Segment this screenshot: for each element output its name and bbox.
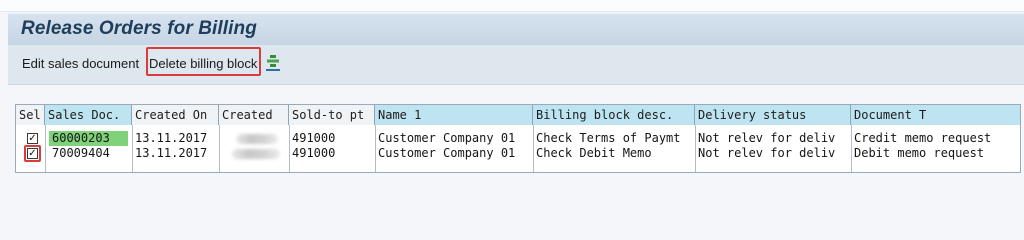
- cell-created-on: 13.11.2017: [135, 131, 208, 145]
- redacted-created-by: [236, 134, 278, 144]
- cell-billing-block: Check Terms of Paymt: [536, 131, 681, 145]
- col-header-name[interactable]: Name 1: [375, 105, 533, 125]
- col-header-delivery-status[interactable]: Delivery status: [695, 105, 851, 125]
- table-row[interactable]: ✓ 70009404 13.11.2017 491000 Customer Co…: [16, 145, 1020, 162]
- results-grid: Sel Sales Doc. Created On Created Sold-t…: [15, 104, 1021, 173]
- row-select-checkbox[interactable]: ✓: [27, 133, 38, 144]
- delete-billing-block-button[interactable]: Delete billing block: [149, 56, 257, 71]
- grid-header: Sel Sales Doc. Created On Created Sold-t…: [16, 105, 1020, 125]
- col-header-created[interactable]: Created: [219, 105, 289, 125]
- col-header-sel[interactable]: Sel: [16, 105, 45, 125]
- col-header-document-type[interactable]: Document T: [851, 105, 1020, 125]
- cell-created-on: 13.11.2017: [135, 146, 208, 160]
- top-strip: [0, 0, 1024, 12]
- redacted-created-by: [232, 149, 280, 159]
- cell-delivery-status: Not relev for deliv: [698, 146, 836, 160]
- row-select-checkbox[interactable]: ✓: [27, 148, 38, 159]
- title-bar: Release Orders for Billing: [8, 13, 1024, 45]
- cell-name: Customer Company 01: [378, 131, 516, 145]
- cell-sales-doc[interactable]: 60000203: [49, 131, 128, 146]
- cell-sales-doc[interactable]: 70009404: [49, 146, 128, 161]
- col-header-sales-doc[interactable]: Sales Doc.: [45, 105, 132, 125]
- col-header-created-on[interactable]: Created On: [132, 105, 219, 125]
- cell-name: Customer Company 01: [378, 146, 516, 160]
- cell-document-type: Credit memo request: [854, 131, 992, 145]
- cell-sold-to: 491000: [292, 131, 336, 145]
- align-icon[interactable]: [265, 54, 281, 72]
- edit-sales-document-button[interactable]: Edit sales document: [22, 56, 139, 71]
- col-header-billing-block[interactable]: Billing block desc.: [533, 105, 695, 125]
- toolbar: Edit sales document Delete billing block: [8, 45, 1024, 85]
- table-row[interactable]: ✓ 60000203 13.11.2017 491000 Customer Co…: [16, 131, 1020, 146]
- page-title: Release Orders for Billing: [21, 18, 257, 39]
- cell-document-type: Debit memo request: [854, 146, 985, 160]
- cell-delivery-status: Not relev for deliv: [698, 131, 836, 145]
- cell-billing-block: Check Debit Memo: [536, 146, 652, 160]
- col-header-sold-to[interactable]: Sold-to pt: [289, 105, 375, 125]
- cell-sold-to: 491000: [292, 146, 336, 160]
